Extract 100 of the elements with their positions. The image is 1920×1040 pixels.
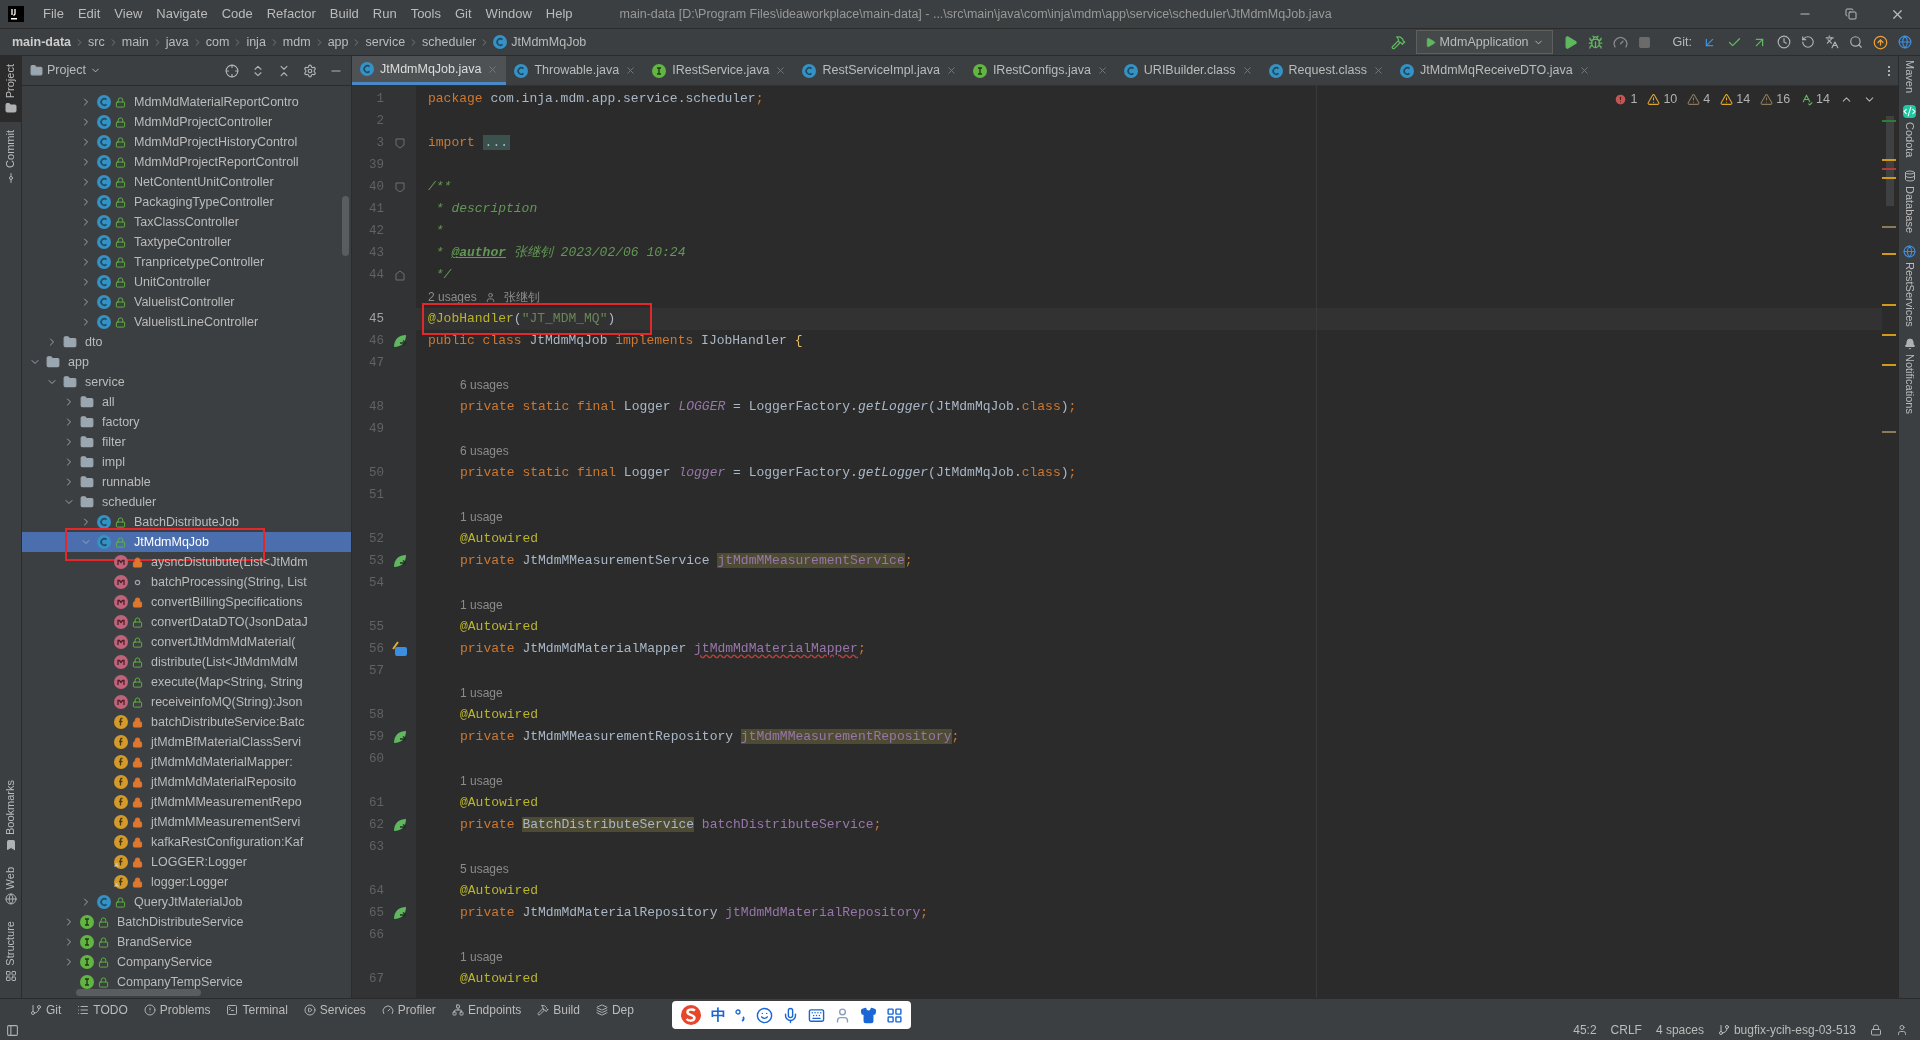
history-icon[interactable] xyxy=(1777,35,1791,49)
menu-item[interactable]: Window xyxy=(478,4,539,24)
bean-icon[interactable] xyxy=(392,729,408,745)
panel-title-dropdown[interactable]: Project xyxy=(30,61,101,80)
scrollbar[interactable] xyxy=(342,196,349,256)
tool-window-button[interactable]: Git xyxy=(30,1000,62,1019)
editor-tab[interactable]: JtMdmMqJob.java xyxy=(352,56,507,85)
grid-icon[interactable] xyxy=(886,1006,903,1024)
close-icon[interactable] xyxy=(1241,65,1253,76)
tool-window-button[interactable]: Profiler xyxy=(381,1000,436,1019)
editor-tab[interactable]: URIBuilder.class xyxy=(1115,56,1261,85)
menu-item[interactable]: File xyxy=(36,4,71,24)
person-icon[interactable] xyxy=(834,1006,851,1024)
tool-window-button[interactable]: Dep xyxy=(595,1000,634,1019)
close-icon[interactable] xyxy=(1373,65,1385,76)
usage-hint[interactable]: 1 usage xyxy=(460,508,503,526)
tree-item[interactable]: logger:Logger xyxy=(22,872,351,892)
breadcrumb[interactable]: src xyxy=(88,32,105,52)
tree-item[interactable]: ValuelistController xyxy=(22,292,351,312)
usage-hint[interactable]: 1 usage xyxy=(460,596,503,614)
run-config-dropdown[interactable]: MdmApplication xyxy=(1415,29,1553,55)
tree-item[interactable]: BatchDistributeService xyxy=(22,912,351,932)
close-icon[interactable] xyxy=(775,65,787,76)
keyboard-icon[interactable] xyxy=(808,1006,825,1024)
stop-icon[interactable] xyxy=(1637,35,1651,49)
bean-icon[interactable] xyxy=(392,905,408,921)
menu-item[interactable]: Navigate xyxy=(149,4,215,24)
translate-icon[interactable] xyxy=(1825,35,1839,49)
close-icon[interactable] xyxy=(625,65,637,76)
tree-item[interactable]: batchProcessing(String, List xyxy=(22,572,351,592)
usage-hint[interactable]: 2 usages xyxy=(428,288,477,306)
tool-window-tab[interactable]: Structure xyxy=(0,913,21,990)
menu-item[interactable]: View xyxy=(107,4,150,24)
tool-window-tab[interactable]: Maven xyxy=(1899,60,1920,94)
breadcrumb[interactable]: main xyxy=(121,32,149,52)
breadcrumb[interactable]: scheduler xyxy=(422,32,477,52)
editor-tab[interactable]: IRestService.java xyxy=(644,56,795,85)
input-method-bar[interactable]: 中 xyxy=(672,1001,911,1029)
rollback-icon[interactable] xyxy=(1801,35,1815,49)
restore-icon[interactable] xyxy=(1845,8,1857,20)
breadcrumb[interactable]: service xyxy=(365,32,406,52)
tree-item[interactable]: MdmMdMaterialReportContro xyxy=(22,92,351,112)
breadcrumb[interactable]: inja xyxy=(246,32,266,52)
menu-item[interactable]: Edit xyxy=(70,4,108,24)
tree-item[interactable]: impl xyxy=(22,452,351,472)
tree-item[interactable]: LOGGER:Logger xyxy=(22,852,351,872)
tree-item[interactable]: QueryJtMaterialJob xyxy=(22,892,351,912)
breadcrumb[interactable]: java xyxy=(165,32,189,52)
tool-window-button[interactable]: Endpoints xyxy=(451,1000,522,1019)
menu-item[interactable]: Git xyxy=(448,4,479,24)
usage-hint[interactable]: 6 usages xyxy=(460,442,509,460)
tool-window-tab[interactable]: Project xyxy=(0,56,21,123)
tree-item[interactable]: jtMdmMdMaterialMapper: xyxy=(22,752,351,772)
tool-window-tab[interactable]: Commit xyxy=(0,122,21,193)
indent-setting[interactable]: 4 spaces xyxy=(1655,1021,1704,1039)
tool-window-tab[interactable]: Notifications xyxy=(1899,338,1920,415)
menu-item[interactable]: Tools xyxy=(403,4,448,24)
tree-item[interactable]: app xyxy=(22,352,351,372)
tree-item[interactable]: ValuelistLineController xyxy=(22,312,351,332)
mapper-icon[interactable] xyxy=(392,641,408,657)
breadcrumb[interactable]: com xyxy=(205,32,230,52)
tree-item[interactable]: convertJtMdmMdMaterial( xyxy=(22,632,351,652)
close-icon[interactable] xyxy=(945,65,957,76)
tree-item[interactable]: TranpricetypeController xyxy=(22,252,351,272)
git-branch[interactable]: bugfix-ycih-esg-03-513 xyxy=(1717,1021,1856,1039)
tree-item[interactable]: runnable xyxy=(22,472,351,492)
tree-item[interactable]: factory xyxy=(22,412,351,432)
tree-item[interactable]: BatchDistributeJob xyxy=(22,512,351,532)
breadcrumb[interactable]: mdm xyxy=(282,32,311,52)
coverage-icon[interactable] xyxy=(1612,34,1628,50)
tree-item[interactable]: receiveinfoMQ(String):Json xyxy=(22,692,351,712)
breadcrumb[interactable]: main-data xyxy=(12,32,72,52)
menu-item[interactable]: Help xyxy=(538,4,580,24)
tree-item[interactable]: scheduler xyxy=(22,492,351,512)
lock-icon[interactable] xyxy=(1870,1024,1882,1036)
tree-item[interactable]: jtMdmBfMaterialClassServi xyxy=(22,732,351,752)
tool-window-button[interactable]: Services xyxy=(303,1000,366,1019)
tool-window-button[interactable]: Problems xyxy=(143,1000,211,1019)
tree-item[interactable]: all xyxy=(22,392,351,412)
usage-hint[interactable]: 1 usage xyxy=(460,684,503,702)
tree-item[interactable]: convertBillingSpecifications xyxy=(22,592,351,612)
editor-tab[interactable]: IRestConfigs.java xyxy=(964,56,1116,85)
tree-item[interactable]: service xyxy=(22,372,351,392)
tree-item[interactable]: TaxClassController xyxy=(22,212,351,232)
tree-item[interactable]: execute(Map<String, String xyxy=(22,672,351,692)
tree-item[interactable]: MdmMdProjectReportControll xyxy=(22,152,351,172)
tool-window-button[interactable]: Build xyxy=(537,1000,580,1019)
tree-item[interactable]: CompanyService xyxy=(22,952,351,972)
tool-window-tab[interactable]: Codota xyxy=(1899,105,1920,158)
tree-item[interactable]: MdmMdProjectController xyxy=(22,112,351,132)
inspection-count[interactable]: 4 xyxy=(1687,90,1711,109)
tree-item[interactable]: BrandService xyxy=(22,932,351,952)
fold-icon[interactable] xyxy=(395,269,405,281)
person-icon[interactable] xyxy=(1896,1024,1908,1036)
usage-hint[interactable]: 1 usage xyxy=(460,772,503,790)
panel-toggle-icon[interactable] xyxy=(6,1023,19,1037)
fold-icon[interactable] xyxy=(395,137,405,149)
tool-window-button[interactable]: TODO xyxy=(77,1000,128,1019)
line-separator[interactable]: CRLF xyxy=(1610,1021,1642,1039)
menu-item[interactable]: Run xyxy=(365,4,404,24)
